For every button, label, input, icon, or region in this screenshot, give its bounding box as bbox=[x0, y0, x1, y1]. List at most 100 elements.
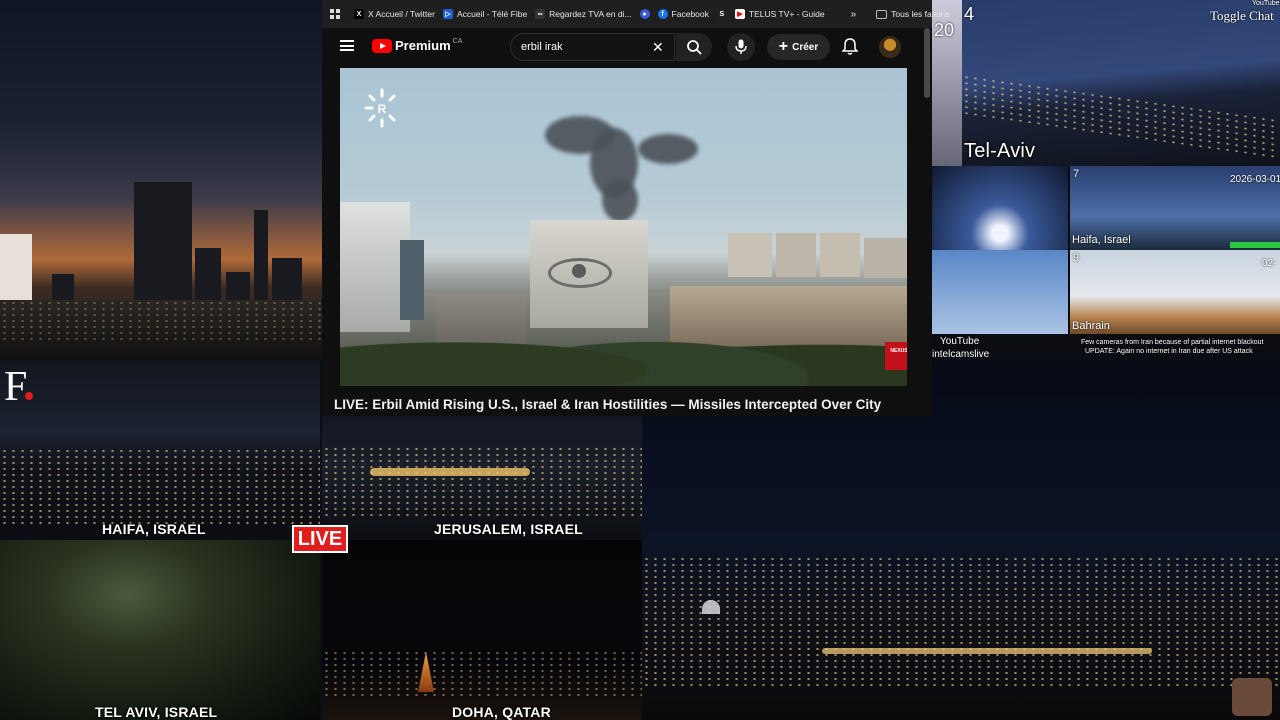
status-bar bbox=[1230, 242, 1280, 248]
youtube-region: CA bbox=[452, 38, 463, 45]
cam-label-bahrain: Bahrain bbox=[1072, 320, 1110, 332]
f-logo-dot bbox=[25, 392, 34, 400]
f-logo-letter: F bbox=[4, 364, 28, 410]
feed-haifa: HAIFA, ISRAEL bbox=[0, 360, 320, 540]
youtube-brand: Premium bbox=[395, 38, 451, 53]
menu-icon[interactable] bbox=[340, 40, 354, 51]
shield-icon: ● bbox=[639, 9, 650, 19]
bookmark-s[interactable]: S bbox=[716, 9, 731, 19]
search-input[interactable]: erbil irak bbox=[510, 33, 675, 61]
feed-label-doha: DOHA, QATAR bbox=[452, 704, 551, 720]
tva-icon: ∞ bbox=[535, 9, 546, 19]
video-player[interactable]: R NEXUS bbox=[340, 68, 907, 386]
building bbox=[820, 233, 860, 277]
cam-cell: 20 bbox=[932, 0, 962, 166]
apps-grid-button[interactable] bbox=[330, 9, 340, 19]
bookmark-telus[interactable]: ▶ TELUS TV+ - Guide bbox=[734, 9, 825, 19]
youtube-play-icon: ▶ bbox=[734, 9, 745, 19]
cam-cell bbox=[932, 250, 1068, 334]
youtube-tag: YouTube bbox=[1252, 0, 1280, 7]
bookmark-facebook[interactable]: f Facebook bbox=[657, 9, 709, 19]
youtube-header: Premium CA erbil irak ✕ + Créer bbox=[322, 28, 932, 66]
city-lights bbox=[322, 446, 642, 516]
account-avatar[interactable] bbox=[879, 36, 901, 58]
x-logo-icon: X bbox=[354, 9, 364, 19]
notice-line-1: Few cameras from Iran because of partial… bbox=[1081, 339, 1264, 346]
lit-wall bbox=[822, 648, 1152, 654]
clear-search-icon[interactable]: ✕ bbox=[652, 40, 664, 54]
building bbox=[728, 233, 772, 277]
smoke-plume bbox=[638, 134, 698, 164]
microphone-icon bbox=[735, 39, 747, 54]
plus-icon: + bbox=[778, 38, 789, 55]
bookmark-shield[interactable]: ● bbox=[639, 9, 654, 19]
voice-search-button[interactable] bbox=[727, 33, 755, 61]
city-lights bbox=[0, 448, 320, 528]
youtube-channel-name: intelcamslive bbox=[932, 349, 990, 360]
notifications-bell-icon[interactable] bbox=[842, 38, 858, 56]
create-button[interactable]: + Créer bbox=[767, 34, 830, 60]
smoke-plume bbox=[602, 178, 638, 222]
toggle-chat-label[interactable]: Toggle Chat bbox=[1210, 8, 1274, 24]
bookmark-label: X Accueil / Twitter bbox=[368, 9, 435, 19]
svg-text:R: R bbox=[378, 102, 387, 116]
cam-date: 2026-03-01 bbox=[1230, 174, 1280, 185]
feed-jerusalem: JERUSALEM, ISRAEL bbox=[322, 416, 642, 540]
all-bookmarks-label: Tous les favoris bbox=[891, 9, 950, 19]
s-logo-icon: S bbox=[716, 9, 727, 19]
cam-number: 9 bbox=[1073, 252, 1080, 264]
live-badge: LIVE bbox=[292, 525, 348, 553]
facebook-icon: f bbox=[657, 9, 668, 19]
cam-date: 02- bbox=[1262, 258, 1277, 269]
building bbox=[776, 233, 816, 277]
create-label: Créer bbox=[792, 41, 819, 53]
cam-number: 20 bbox=[934, 20, 955, 40]
cam-number: 4 bbox=[964, 4, 975, 24]
feed-telaviv-night: TEL AVIV, ISRAEL bbox=[0, 540, 320, 720]
notice-line-2: UPDATE: Again no internet in Iran due af… bbox=[1085, 348, 1253, 355]
cam-cell-telaviv: 4 Toggle Chat YouTube Tel-Aviv bbox=[962, 0, 1280, 166]
all-bookmarks-button[interactable]: Tous les favoris bbox=[876, 9, 950, 19]
bookmark-label: Accueil - Télé Fibe bbox=[456, 9, 528, 19]
dome bbox=[702, 600, 720, 614]
feed-multicam-grid: 20 4 Toggle Chat YouTube Tel-Aviv 7 2026… bbox=[932, 0, 1280, 360]
lit-wall bbox=[370, 468, 530, 476]
bookmark-label: Facebook bbox=[671, 9, 709, 19]
city-lights bbox=[0, 300, 322, 340]
channel-watermark: NEXUS bbox=[885, 342, 907, 370]
city-lights bbox=[642, 556, 1280, 686]
trees bbox=[340, 306, 907, 386]
browser-window: X X Accueil / Twitter ▷ Accueil - Télé F… bbox=[322, 0, 950, 416]
page-scrollbar[interactable] bbox=[924, 28, 930, 98]
more-bookmarks-button[interactable]: » bbox=[851, 9, 857, 20]
bookmark-label: TELUS TV+ - Guide bbox=[748, 9, 825, 19]
youtube-channel-label: YouTube bbox=[940, 336, 980, 347]
folder-icon bbox=[876, 9, 888, 19]
eye-mural bbox=[548, 258, 612, 288]
feed-doha: DOHA, QATAR bbox=[322, 540, 642, 720]
cam-number: 7 bbox=[1073, 168, 1080, 180]
apps-grid-icon bbox=[330, 9, 340, 19]
feed-label-jerusalem: JERUSALEM, ISRAEL bbox=[434, 521, 583, 537]
bell-fibe-icon: ▷ bbox=[442, 9, 453, 19]
search-icon bbox=[687, 40, 702, 55]
bookmark-twitter[interactable]: X X Accueil / Twitter bbox=[354, 9, 435, 19]
feed-telaviv-skyline bbox=[0, 0, 322, 360]
youtube-play-icon bbox=[372, 38, 392, 53]
cam-label-haifa: Haifa, Israel bbox=[1072, 234, 1131, 246]
streamer-avatar bbox=[1232, 678, 1272, 716]
bookmark-tva[interactable]: ∞ Regardez TVA en di... bbox=[535, 9, 632, 19]
cam-cell-bahrain: 9 02- Bahrain bbox=[1070, 250, 1280, 334]
bookmarks-bar: X X Accueil / Twitter ▷ Accueil - Télé F… bbox=[322, 0, 950, 28]
bookmark-label: Regardez TVA en di... bbox=[549, 9, 632, 19]
cam-cell bbox=[932, 166, 1068, 250]
cam-label-telaviv: Tel-Aviv bbox=[964, 140, 1036, 162]
search-button[interactable] bbox=[676, 33, 712, 61]
city-lights bbox=[322, 650, 642, 700]
feed-label-haifa: HAIFA, ISRAEL bbox=[102, 521, 206, 537]
building bbox=[864, 238, 907, 278]
youtube-logo[interactable]: Premium CA bbox=[372, 38, 462, 53]
bookmark-tele-fibe[interactable]: ▷ Accueil - Télé Fibe bbox=[442, 9, 528, 19]
rudaw-logo-icon: R bbox=[364, 88, 396, 128]
feed-label-telaviv: TEL AVIV, ISRAEL bbox=[95, 704, 218, 720]
